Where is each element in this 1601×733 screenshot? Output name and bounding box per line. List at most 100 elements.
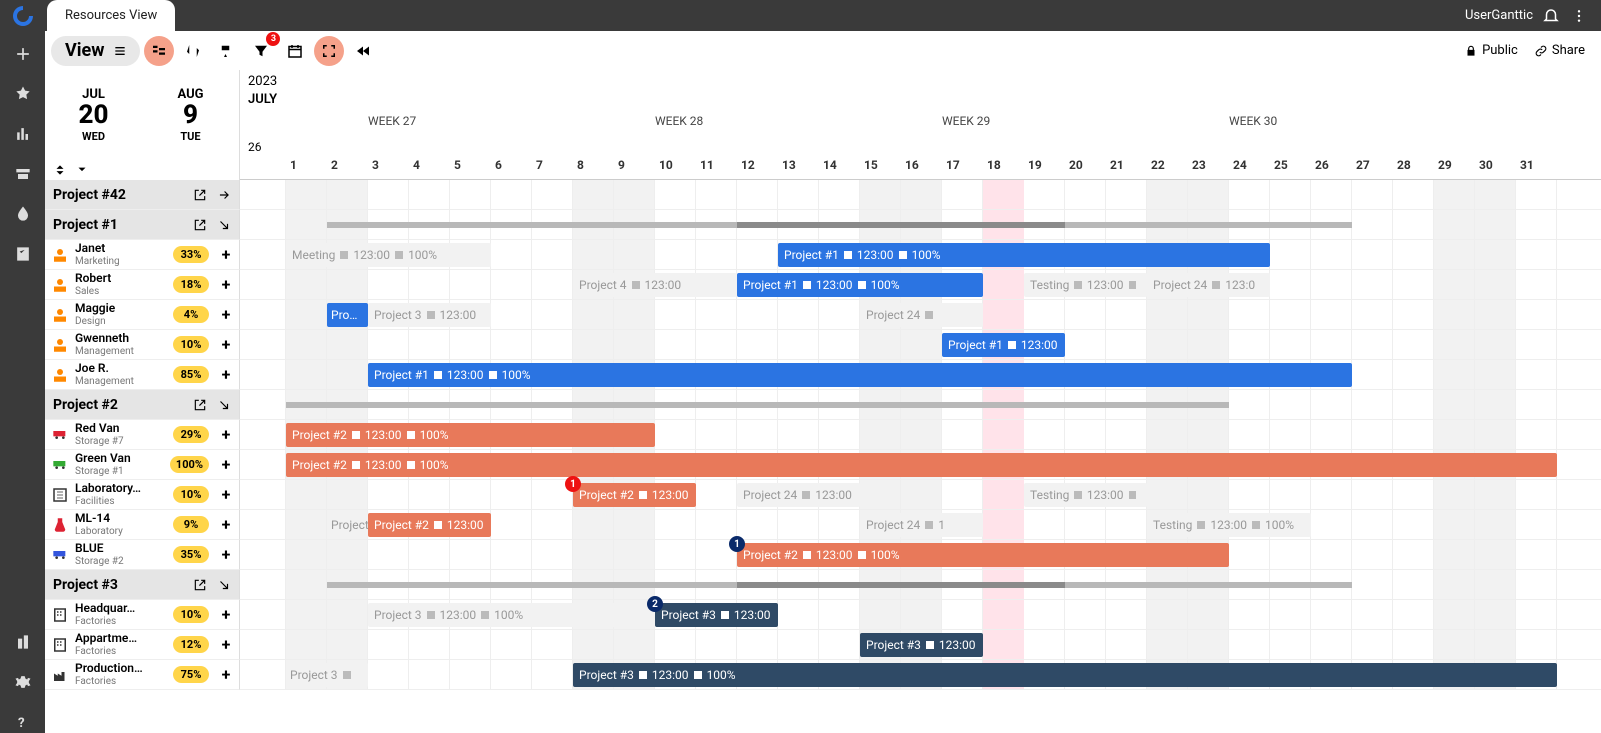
dependency-marker[interactable]: 1 <box>729 536 745 552</box>
rewind-icon[interactable] <box>348 36 378 66</box>
collapse-arrow-icon[interactable] <box>215 396 233 414</box>
view-button[interactable]: View <box>51 36 140 66</box>
add-task-button[interactable]: + <box>217 636 235 654</box>
resource-lane[interactable]: Project 4123:00Project #1123:00100% Testi… <box>240 270 1601 300</box>
resource-lane[interactable]: ProjectProject #2123:00 Project 241 Testin… <box>240 510 1601 540</box>
settings-icon[interactable] <box>12 671 34 693</box>
resource-lane[interactable]: Project 3 Project #3123:00100% <box>240 660 1601 690</box>
add-task-button[interactable]: + <box>217 336 235 354</box>
add-icon[interactable] <box>12 43 34 65</box>
bell-icon[interactable] <box>1541 6 1561 26</box>
day-label: 27 <box>1352 158 1393 172</box>
expand-all-icon[interactable] <box>75 163 89 177</box>
hierarchy-icon[interactable] <box>144 36 174 66</box>
task-bar[interactable]: Project #1123:00100% <box>368 363 1352 387</box>
add-task-button[interactable]: + <box>217 306 235 324</box>
archive-icon[interactable] <box>12 163 34 185</box>
dependency-marker[interactable]: 1 <box>565 476 581 492</box>
utilization-badge: 33% <box>173 246 209 263</box>
task-bar[interactable]: Project #2123:00100% <box>286 423 655 447</box>
resource-lane[interactable]: 1Project #2123:00100% <box>240 540 1601 570</box>
add-task-button[interactable]: + <box>217 246 235 264</box>
add-task-button[interactable]: + <box>217 606 235 624</box>
group-header[interactable]: Project #42 <box>45 180 240 210</box>
add-task-button[interactable]: + <box>217 456 235 474</box>
star-icon[interactable] <box>12 83 34 105</box>
task-bar[interactable]: Project <box>327 513 368 537</box>
task-bar[interactable]: Project 24123:00 <box>737 483 860 507</box>
date-end[interactable]: AUG 9 TUE <box>142 70 239 160</box>
collapse-arrow-icon[interactable] <box>215 576 233 594</box>
task-bar[interactable]: Project #1123:00 <box>942 333 1065 357</box>
task-bar[interactable]: Project #3123:00 <box>655 603 778 627</box>
current-user[interactable]: UserGanttic <box>1465 8 1533 23</box>
link-icon <box>1534 44 1548 58</box>
group-header[interactable]: Project #1 <box>45 210 240 240</box>
resource-lane[interactable]: Project #1123:00100% <box>240 360 1601 390</box>
add-task-button[interactable]: + <box>217 366 235 384</box>
filter-icon[interactable]: 3 <box>246 36 276 66</box>
resource-lane[interactable]: Meeting123:00100% Project #1123:00100% <box>240 240 1601 270</box>
group-header[interactable]: Project #3 <box>45 570 240 600</box>
task-bar[interactable]: Testing123:00 <box>1024 273 1147 297</box>
open-external-icon[interactable] <box>191 576 209 594</box>
task-bar[interactable]: Project #3123:00100% <box>573 663 1557 687</box>
resource-lane[interactable]: 1Project #2123:00Project 24123:00Testing… <box>240 480 1601 510</box>
task-bar[interactable]: Project 4123:00 <box>573 273 737 297</box>
resource-lane[interactable]: Project #3123:00 <box>240 630 1601 660</box>
open-external-icon[interactable] <box>191 396 209 414</box>
task-bar[interactable]: Project #3123:00 <box>860 633 983 657</box>
task-bar[interactable]: Project #2123:00100% <box>737 543 1229 567</box>
date-start[interactable]: JUL 20 WED <box>45 70 142 160</box>
resource-lane[interactable]: Project 3123:00100%2Project #3123:00 <box>240 600 1601 630</box>
day-label: 11 <box>696 158 737 172</box>
add-task-button[interactable]: + <box>217 666 235 684</box>
add-task-button[interactable]: + <box>217 276 235 294</box>
group-header[interactable]: Project #2 <box>45 390 240 420</box>
task-bar[interactable]: Project 24 <box>860 303 983 327</box>
chart-icon[interactable] <box>12 123 34 145</box>
calendar-icon[interactable] <box>280 36 310 66</box>
resource-lane[interactable]: Project #2123:00100% <box>240 420 1601 450</box>
task-bar[interactable]: Project #2123:00100% <box>286 453 1557 477</box>
task-bar[interactable]: Project 3123:00100% <box>368 603 655 627</box>
task-bar[interactable]: Project #2123:00 <box>573 483 696 507</box>
task-bar[interactable]: Project 3 <box>286 663 368 687</box>
task-bar[interactable]: Project #2123:00 <box>368 513 491 537</box>
help-icon[interactable]: ? <box>12 711 34 733</box>
checklist-icon[interactable] <box>12 243 34 265</box>
collapse-arrow-icon[interactable] <box>215 216 233 234</box>
task-bar[interactable]: Project #1123:00100% <box>737 273 983 297</box>
task-bar[interactable]: Project 241 <box>860 513 983 537</box>
resource-lane[interactable]: Project #2123:00100% <box>240 450 1601 480</box>
task-bar[interactable]: Project 3123:00 <box>368 303 491 327</box>
task-bar[interactable]: Pro… <box>327 303 368 327</box>
app-logo[interactable] <box>0 0 45 31</box>
collapse-arrow-icon[interactable] <box>215 186 233 204</box>
task-bar[interactable]: Testing123:00 <box>1024 483 1147 507</box>
sort-icon[interactable] <box>178 36 208 66</box>
resource-lane[interactable]: Pro…Project 3123:00 Project 24 <box>240 300 1601 330</box>
fullscreen-icon[interactable] <box>314 36 344 66</box>
task-bar[interactable]: Project #1123:00100% <box>778 243 1270 267</box>
add-task-button[interactable]: + <box>217 516 235 534</box>
building-icon[interactable] <box>12 631 34 653</box>
add-task-button[interactable]: + <box>217 486 235 504</box>
task-bar[interactable]: Testing123:00100% <box>1147 513 1311 537</box>
week-label: WEEK 28 <box>655 114 703 128</box>
task-bar[interactable]: Meeting123:00100% <box>286 243 491 267</box>
resource-lane[interactable]: Project #1123:00 <box>240 330 1601 360</box>
dependency-marker[interactable]: 2 <box>647 596 663 612</box>
paint-icon[interactable] <box>212 36 242 66</box>
open-external-icon[interactable] <box>191 216 209 234</box>
public-button[interactable]: Public <box>1464 43 1518 58</box>
collapse-all-icon[interactable] <box>53 163 67 177</box>
tab-resources-view[interactable]: Resources View <box>47 0 175 31</box>
add-task-button[interactable]: + <box>217 546 235 564</box>
task-bar[interactable]: Project 24123:0 <box>1147 273 1270 297</box>
share-button[interactable]: Share <box>1534 43 1585 58</box>
kebab-menu-icon[interactable] <box>1569 6 1589 26</box>
open-external-icon[interactable] <box>191 186 209 204</box>
add-task-button[interactable]: + <box>217 426 235 444</box>
drop-icon[interactable] <box>12 203 34 225</box>
